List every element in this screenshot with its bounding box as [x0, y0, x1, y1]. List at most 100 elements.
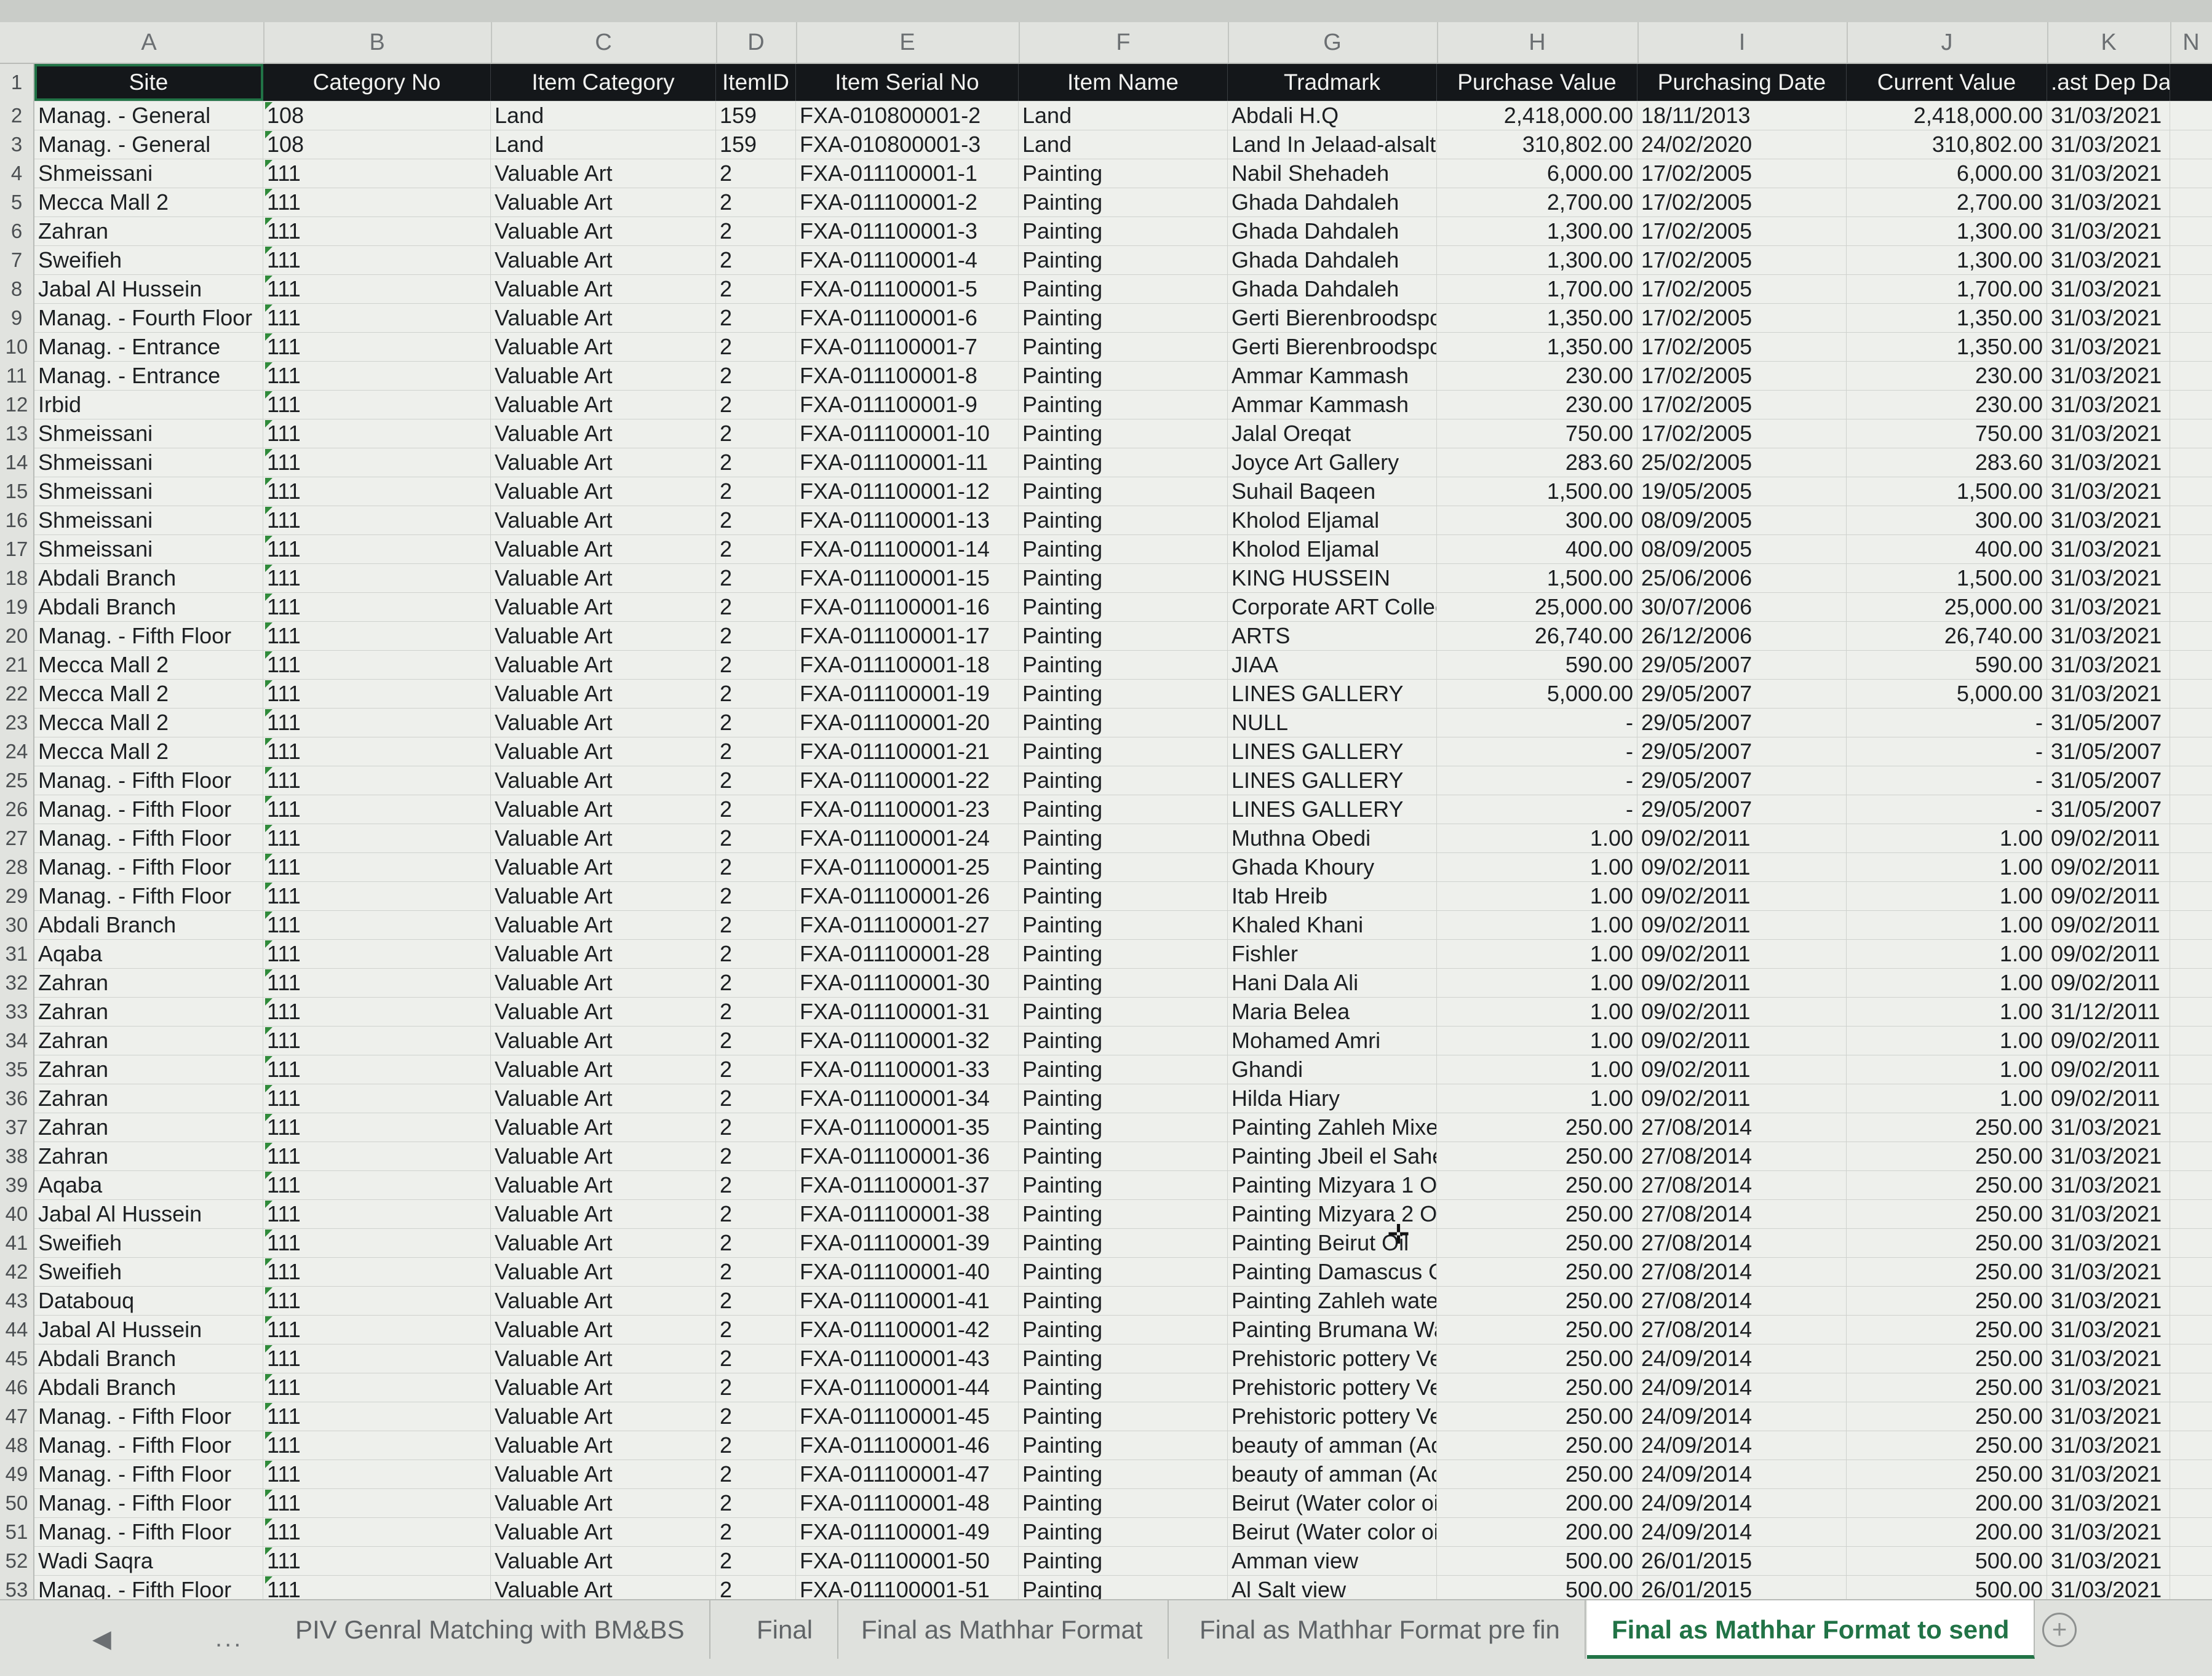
- table-cell-pd[interactable]: 27/08/2014: [1637, 1113, 1847, 1142]
- table-cell-icat[interactable]: Valuable Art: [491, 332, 716, 361]
- column-header-c[interactable]: C: [491, 22, 717, 63]
- table-cell-pd[interactable]: 09/02/2011: [1637, 997, 1847, 1026]
- table-cell-id[interactable]: 159: [716, 130, 796, 159]
- table-cell-cat[interactable]: 111: [263, 1488, 491, 1517]
- table-cell-pv[interactable]: 1.00: [1437, 1055, 1637, 1084]
- table-cell-pv[interactable]: 283.60: [1437, 448, 1637, 477]
- table-cell-serial[interactable]: FXA-010800001-2: [796, 101, 1019, 130]
- table-cell-dd[interactable]: 31/03/2021: [2047, 303, 2170, 332]
- table-cell-id[interactable]: 2: [716, 534, 796, 563]
- row-number[interactable]: 47: [0, 1402, 34, 1431]
- table-cell-icat[interactable]: Valuable Art: [491, 824, 716, 852]
- table-cell-trade[interactable]: Muthna Obedi: [1228, 824, 1437, 852]
- table-cell-id[interactable]: 2: [716, 1257, 796, 1286]
- table-cell-trade[interactable]: beauty of amman (Ac: [1228, 1431, 1437, 1460]
- table-cell-name[interactable]: Painting: [1019, 216, 1228, 245]
- table-cell-icat[interactable]: Valuable Art: [491, 1199, 716, 1228]
- table-cell-cat[interactable]: 111: [263, 245, 491, 274]
- table-cell-trade[interactable]: Khaled Khani: [1228, 910, 1437, 939]
- table-cell-dd[interactable]: 31/03/2021: [2047, 332, 2170, 361]
- table-cell-site[interactable]: Jabal Al Hussein: [34, 1199, 263, 1228]
- row-number[interactable]: 27: [0, 824, 34, 852]
- table-cell-icat[interactable]: Valuable Art: [491, 534, 716, 563]
- table-cell-cv[interactable]: 230.00: [1847, 390, 2047, 419]
- table-cell-id[interactable]: 2: [716, 708, 796, 737]
- row-number[interactable]: 7: [0, 245, 34, 274]
- table-cell-serial[interactable]: FXA-011100001-23: [796, 795, 1019, 824]
- row-number[interactable]: 26: [0, 795, 34, 824]
- table-cell-serial[interactable]: FXA-011100001-1: [796, 159, 1019, 188]
- table-cell-site[interactable]: Mecca Mall 2: [34, 708, 263, 737]
- table-cell-name[interactable]: Painting: [1019, 708, 1228, 737]
- table-cell-cat[interactable]: 111: [263, 1315, 491, 1344]
- table-cell-cv[interactable]: 1,350.00: [1847, 332, 2047, 361]
- table-cell-trade[interactable]: NULL: [1228, 708, 1437, 737]
- table-cell-icat[interactable]: Valuable Art: [491, 477, 716, 506]
- table-cell-cat[interactable]: 111: [263, 419, 491, 448]
- table-cell-icat[interactable]: Valuable Art: [491, 968, 716, 997]
- table-cell-icat[interactable]: Valuable Art: [491, 852, 716, 881]
- table-cell-pd[interactable]: 29/05/2007: [1637, 795, 1847, 824]
- table-cell-trade[interactable]: KING HUSSEIN: [1228, 563, 1437, 592]
- table-cell-name[interactable]: Painting: [1019, 419, 1228, 448]
- table-cell-pd[interactable]: 30/07/2006: [1637, 592, 1847, 621]
- table-cell-serial[interactable]: FXA-011100001-50: [796, 1546, 1019, 1575]
- table-cell-site[interactable]: Sweifieh: [34, 1228, 263, 1257]
- table-cell-trade[interactable]: Prehistoric pottery Ve: [1228, 1402, 1437, 1431]
- table-cell-name[interactable]: Painting: [1019, 1402, 1228, 1431]
- table-cell-name[interactable]: Painting: [1019, 1228, 1228, 1257]
- table-cell-dd[interactable]: 31/03/2021: [2047, 1344, 2170, 1373]
- row-number[interactable]: 6: [0, 216, 34, 245]
- table-cell-icat[interactable]: Valuable Art: [491, 997, 716, 1026]
- table-cell-dd[interactable]: 31/03/2021: [2047, 130, 2170, 159]
- table-cell-pd[interactable]: 24/09/2014: [1637, 1344, 1847, 1373]
- table-cell-name[interactable]: Painting: [1019, 1055, 1228, 1084]
- table-cell-cat[interactable]: 111: [263, 1170, 491, 1199]
- table-cell-cv[interactable]: 1.00: [1847, 852, 2047, 881]
- table-cell-pd[interactable]: 24/09/2014: [1637, 1488, 1847, 1517]
- table-cell-dd[interactable]: 09/02/2011: [2047, 824, 2170, 852]
- table-cell-icat[interactable]: Valuable Art: [491, 1142, 716, 1170]
- table-cell-pv[interactable]: 1.00: [1437, 1084, 1637, 1113]
- row-number[interactable]: 38: [0, 1142, 34, 1170]
- table-cell-icat[interactable]: Valuable Art: [491, 910, 716, 939]
- table-cell-id[interactable]: 2: [716, 737, 796, 766]
- table-cell-pv[interactable]: 1.00: [1437, 881, 1637, 910]
- table-cell-trade[interactable]: Itab Hreib: [1228, 881, 1437, 910]
- table-cell-pv[interactable]: 1,700.00: [1437, 274, 1637, 303]
- table-cell-cv[interactable]: 250.00: [1847, 1344, 2047, 1373]
- table-cell-name[interactable]: Painting: [1019, 1517, 1228, 1546]
- table-cell-icat[interactable]: Valuable Art: [491, 1026, 716, 1055]
- table-cell-dd[interactable]: 31/03/2021: [2047, 101, 2170, 130]
- table-cell-pd[interactable]: 17/02/2005: [1637, 419, 1847, 448]
- table-cell-id[interactable]: 2: [716, 477, 796, 506]
- table-cell-name[interactable]: Painting: [1019, 1286, 1228, 1315]
- row-number[interactable]: 13: [0, 419, 34, 448]
- table-cell-cat[interactable]: 111: [263, 679, 491, 708]
- table-cell-trade[interactable]: Beirut (Water color oi: [1228, 1517, 1437, 1546]
- row-number[interactable]: 49: [0, 1460, 34, 1488]
- table-cell-dd[interactable]: 31/12/2011: [2047, 997, 2170, 1026]
- table-cell-serial[interactable]: FXA-011100001-46: [796, 1431, 1019, 1460]
- table-cell-id[interactable]: 2: [716, 1286, 796, 1315]
- table-cell-serial[interactable]: FXA-011100001-32: [796, 1026, 1019, 1055]
- table-cell-icat[interactable]: Valuable Art: [491, 1431, 716, 1460]
- table-cell-pd[interactable]: 17/02/2005: [1637, 188, 1847, 216]
- table-cell-site[interactable]: Shmeissani: [34, 506, 263, 534]
- table-cell-serial[interactable]: FXA-011100001-38: [796, 1199, 1019, 1228]
- table-cell-dd[interactable]: 31/03/2021: [2047, 1257, 2170, 1286]
- table-cell-name[interactable]: Painting: [1019, 477, 1228, 506]
- row-number[interactable]: 16: [0, 506, 34, 534]
- table-cell-name[interactable]: Painting: [1019, 1026, 1228, 1055]
- row-number[interactable]: 20: [0, 621, 34, 650]
- table-cell-serial[interactable]: FXA-011100001-44: [796, 1373, 1019, 1402]
- sheet-tab[interactable]: Final as Mathhar Format to send: [1587, 1600, 2035, 1659]
- table-cell-pv[interactable]: 250.00: [1437, 1286, 1637, 1315]
- table-cell-id[interactable]: 159: [716, 101, 796, 130]
- table-cell-icat[interactable]: Valuable Art: [491, 1517, 716, 1546]
- table-cell-serial[interactable]: FXA-011100001-3: [796, 216, 1019, 245]
- table-cell-cv[interactable]: 250.00: [1847, 1228, 2047, 1257]
- table-cell-site[interactable]: Abdali Branch: [34, 563, 263, 592]
- table-cell-cat[interactable]: 111: [263, 766, 491, 795]
- row-number[interactable]: 33: [0, 997, 34, 1026]
